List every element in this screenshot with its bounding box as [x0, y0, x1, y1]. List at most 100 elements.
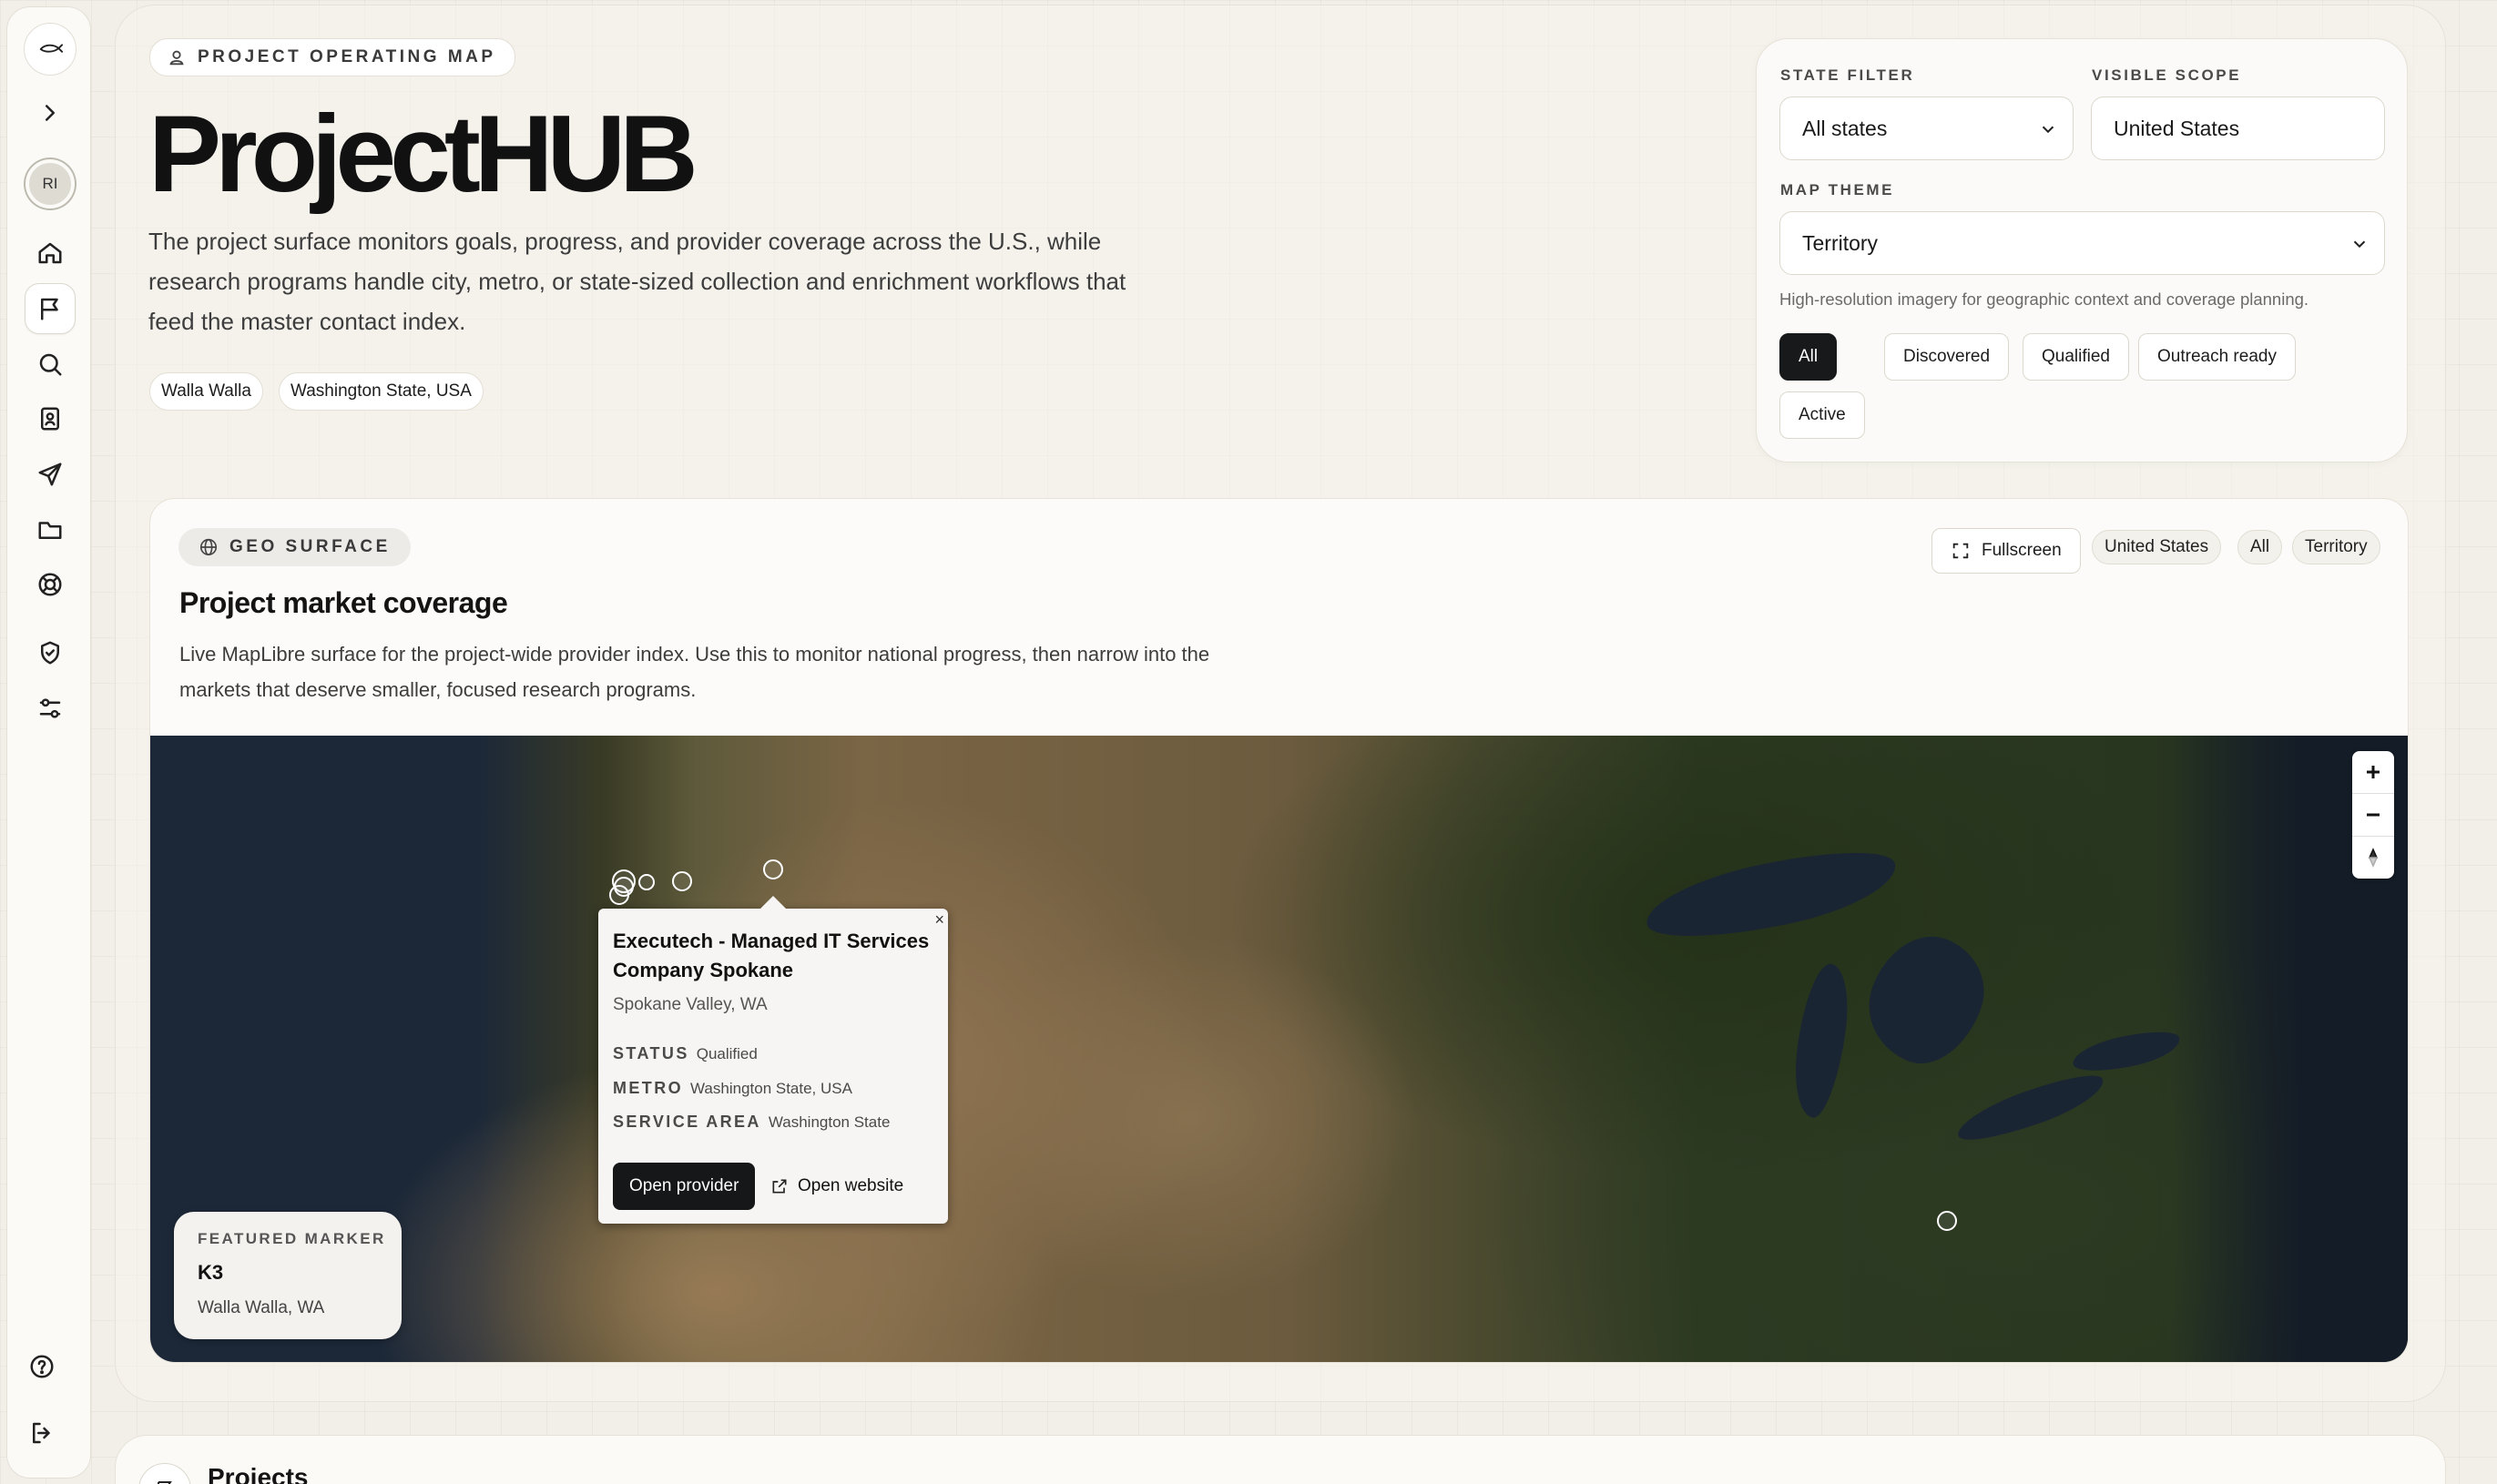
- popup-title: Executech - Managed IT Services Company …: [613, 930, 930, 981]
- status-filter-qualified[interactable]: Qualified: [2023, 333, 2129, 381]
- sidebar-item-outreach[interactable]: [25, 449, 76, 500]
- sidebar-item-home[interactable]: [25, 228, 76, 279]
- visible-scope-label: VISIBLE SCOPE: [2092, 66, 2242, 84]
- map-theme-value: Territory: [1802, 230, 1879, 255]
- popup-metro-label: METRO: [613, 1079, 683, 1097]
- globe-icon: [199, 538, 218, 556]
- scope-chip-theme: Territory: [2292, 530, 2380, 564]
- popup-status-value: Qualified: [696, 1045, 758, 1062]
- state-filter-select[interactable]: All states: [1779, 97, 2074, 160]
- featured-marker-label: FEATURED MARKER: [198, 1230, 386, 1247]
- geo-description: Live MapLibre surface for the project-wi…: [179, 643, 1210, 701]
- filter-card: STATE FILTER VISIBLE SCOPE All states Un…: [1756, 38, 2408, 462]
- sidebar-item-security[interactable]: [25, 627, 76, 678]
- expand-sidebar-button[interactable]: [25, 87, 76, 138]
- popup-tip: [760, 896, 786, 909]
- provider-popup: × Executech - Managed IT Services Compan…: [598, 896, 948, 1224]
- state-filter-value: All states: [1802, 116, 1888, 140]
- contacts-icon: [41, 407, 59, 431]
- geo-tag-label: GEO SURFACE: [229, 537, 391, 556]
- map-navigation-controls: [2352, 751, 2394, 879]
- help-icon: [30, 1355, 54, 1378]
- popup-service-area-row: SERVICE AREA Washington State: [613, 1113, 890, 1132]
- status-filter-discovered[interactable]: Discovered: [1884, 333, 2010, 381]
- geo-surface-card: GEO SURFACE Project market coverage Live…: [149, 498, 2409, 1363]
- fullscreen-button[interactable]: Fullscreen: [1931, 528, 2081, 574]
- fullscreen-label: Fullscreen: [1982, 541, 2062, 560]
- lake-superior: [1639, 837, 1903, 953]
- projects-title: Projects: [208, 1463, 309, 1484]
- map-theme-select[interactable]: Territory: [1779, 211, 2385, 275]
- plus-icon: [2367, 766, 2380, 778]
- lake-ontario: [2069, 1024, 2184, 1079]
- featured-marker-name: K3: [198, 1261, 224, 1284]
- app-logo[interactable]: [24, 23, 76, 76]
- open-website-link[interactable]: Open website: [770, 1163, 903, 1210]
- map-marker[interactable]: [763, 859, 783, 879]
- chevron-down-icon: [2349, 234, 2370, 254]
- visible-scope-value: United States: [2114, 116, 2240, 140]
- tag-label: PROJECT OPERATING MAP: [198, 47, 496, 66]
- featured-marker-city: Walla Walla, WA: [198, 1298, 325, 1317]
- page-description: The project surface monitors goals, prog…: [148, 228, 1126, 335]
- external-link-icon: [772, 1179, 787, 1194]
- map-marker[interactable]: [672, 871, 692, 891]
- zoom-out-button[interactable]: [2352, 794, 2394, 836]
- sidebar: RI: [6, 6, 91, 1479]
- lake-huron: [1852, 920, 2000, 1079]
- minus-icon: [2367, 813, 2380, 817]
- state-filter-label: STATE FILTER: [1780, 66, 1915, 84]
- popup-close-button[interactable]: ×: [934, 910, 944, 930]
- sidebar-item-support[interactable]: [25, 559, 76, 610]
- popup-service-area-value: Washington State: [768, 1113, 891, 1131]
- scope-chip-country: United States: [2092, 530, 2222, 564]
- map-theme-hint: High-resolution imagery for geographic c…: [1779, 290, 2309, 309]
- location-chip-region[interactable]: Washington State, USA: [279, 372, 484, 411]
- shield-check-icon: [41, 641, 59, 665]
- page-title: ProjectHUB: [148, 93, 698, 215]
- location-chip-city[interactable]: Walla Walla: [149, 372, 263, 411]
- fish-logo-icon: [39, 44, 64, 53]
- sliders-icon: [39, 698, 61, 718]
- folder-icon: [38, 522, 62, 539]
- sidebar-item-search[interactable]: [25, 339, 76, 390]
- open-provider-button[interactable]: Open provider: [613, 1163, 756, 1210]
- sidebar-item-projects[interactable]: [25, 283, 76, 334]
- status-filter-active[interactable]: Active: [1779, 391, 1865, 439]
- status-filter-outreach-ready[interactable]: Outreach ready: [2138, 333, 2296, 381]
- status-filter-all[interactable]: All: [1779, 333, 1838, 381]
- map-marker[interactable]: [638, 874, 655, 890]
- logout-icon: [33, 1422, 50, 1444]
- sidebar-item-settings[interactable]: [25, 683, 76, 734]
- home-icon: [38, 242, 62, 264]
- map-canvas[interactable]: × Executech - Managed IT Services Compan…: [150, 736, 2408, 1362]
- avatar[interactable]: RI: [25, 159, 75, 208]
- sidebar-item-files[interactable]: [25, 504, 76, 555]
- sidebar-item-contacts[interactable]: [25, 393, 76, 444]
- open-website-label: Open website: [798, 1176, 904, 1195]
- geo-surface-tag: GEO SURFACE: [178, 528, 411, 566]
- lifebuoy-icon: [38, 573, 62, 596]
- chevron-down-icon: [2038, 119, 2058, 139]
- send-icon: [38, 462, 62, 486]
- fullscreen-icon: [1952, 543, 1969, 559]
- help-button[interactable]: [16, 1341, 67, 1392]
- map-marker[interactable]: [609, 885, 629, 905]
- popup-service-area-label: SERVICE AREA: [613, 1113, 761, 1131]
- project-operating-map-tag: PROJECT OPERATING MAP: [149, 38, 515, 76]
- featured-marker-card[interactable]: FEATURED MARKER K3 Walla Walla, WA: [174, 1212, 402, 1339]
- compass-icon: [2368, 848, 2379, 868]
- visible-scope-field[interactable]: United States: [2091, 97, 2385, 160]
- popup-metro-row: METRO Washington State, USA: [613, 1079, 852, 1098]
- projects-icon-badge: [138, 1463, 191, 1484]
- logout-button[interactable]: [16, 1408, 67, 1459]
- zoom-in-button[interactable]: [2352, 751, 2394, 793]
- reset-bearing-button[interactable]: [2352, 837, 2394, 879]
- user-badge-icon: [169, 50, 184, 66]
- chevron-right-icon: [46, 105, 55, 121]
- map-marker[interactable]: [1937, 1211, 1957, 1231]
- popup-location: Spokane Valley, WA: [613, 995, 768, 1014]
- popup-status-label: STATUS: [613, 1044, 689, 1062]
- popup-status-row: STATUS Qualified: [613, 1044, 758, 1063]
- flag-icon: [41, 298, 58, 320]
